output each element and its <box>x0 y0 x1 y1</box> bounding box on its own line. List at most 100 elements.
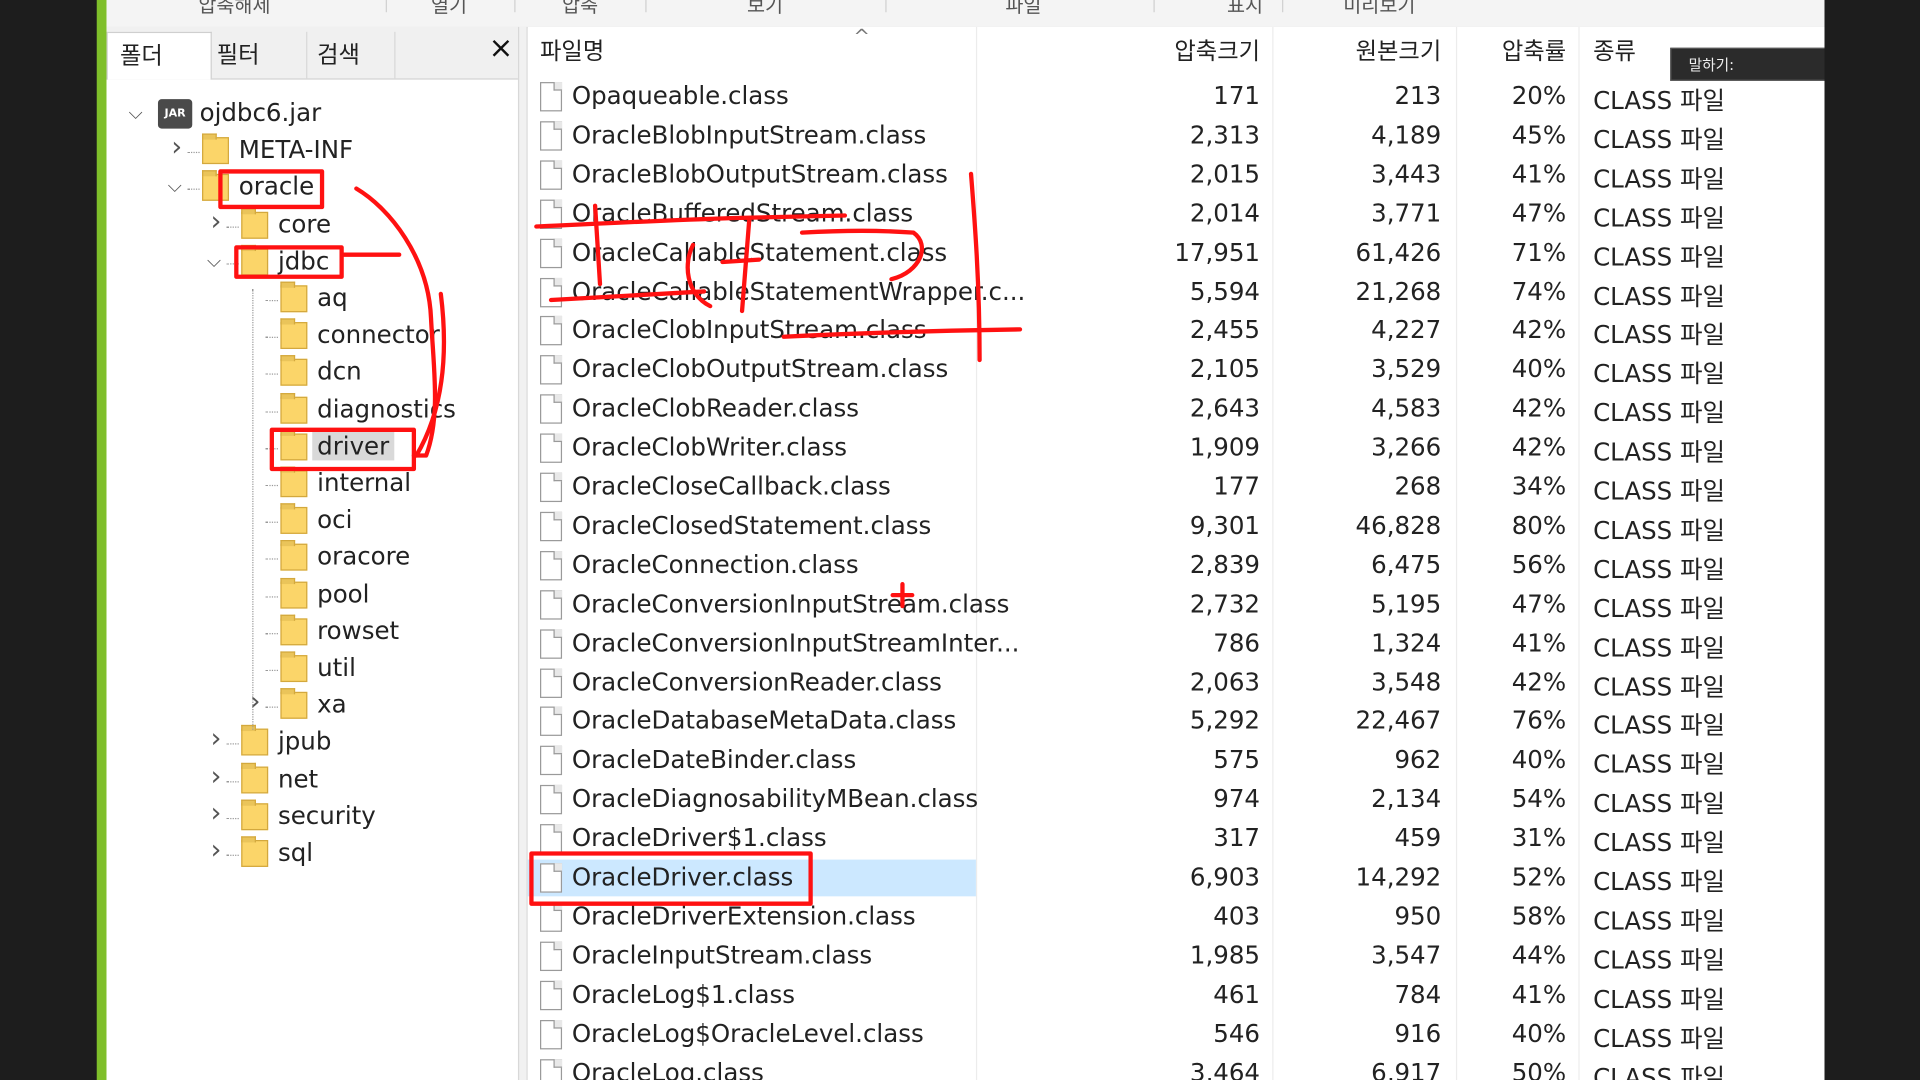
file-row[interactable]: OracleConversionInputStream.class 2,732 5,… <box>528 585 1825 624</box>
column-header-ratio[interactable]: 압축률 <box>1458 27 1566 76</box>
column-header-name[interactable]: 파일명 <box>540 27 604 76</box>
tree-item-oracore[interactable]: oracore <box>107 539 511 576</box>
toolbar-button-1[interactable]: 열기 <box>431 0 467 18</box>
file-row[interactable]: OracleDatabaseMetaData.class 5,292 22,467 7… <box>528 702 1825 741</box>
tree-item-driver[interactable]: driver <box>107 429 511 466</box>
file-row[interactable]: OracleClosedStatement.class 9,301 46,828 80… <box>528 507 1825 546</box>
chevron-right-icon[interactable]: › <box>211 798 222 829</box>
chevron-right-icon[interactable]: › <box>211 762 222 793</box>
cell-compressed: 1,909 <box>1189 432 1261 462</box>
file-row[interactable]: OracleDateBinder.class57596240%CLASS 파일2… <box>528 741 1825 780</box>
tree-item-connector[interactable]: connector <box>107 317 511 354</box>
file-row[interactable]: OracleLog.class3,4646,91750%CLASS 파일2010… <box>528 1054 1825 1080</box>
tree-item-ojdbc6-jar[interactable]: ⌵ JAR ojdbc6.jar <box>107 96 511 133</box>
file-row[interactable]: OracleConversionReader.class 2,063 3,548 42… <box>528 664 1825 703</box>
tree-item-dcn[interactable]: dcn <box>107 354 511 391</box>
tree-item-jdbc[interactable]: ⌵ jdbc <box>107 244 511 281</box>
tree-item-oracle[interactable]: ⌵ oracle <box>107 169 511 206</box>
tree-item-diagnostics[interactable]: diagnostics <box>107 392 511 429</box>
chevron-right-icon[interactable]: › <box>211 835 222 866</box>
file-row[interactable]: OracleDriver.class 6,903 14,292 52% CLASS 파일… <box>527 858 1825 897</box>
chevron-right-icon[interactable]: › <box>211 724 222 755</box>
toolbar-button-6[interactable]: 미리보기 <box>1343 0 1415 18</box>
chevron-right-icon[interactable]: › <box>171 132 182 163</box>
tab-search[interactable]: 검색 <box>307 31 396 79</box>
file-row[interactable]: OracleBlobInputStream.class 2,313 4,189 45%… <box>528 116 1825 155</box>
file-row[interactable]: OracleClobInputStream.class 2,455 4,227 42%… <box>528 311 1825 350</box>
cell-original: 1,324 <box>1371 628 1442 658</box>
cell-name: OracleDatabaseMetaData.class <box>571 705 957 735</box>
file-row[interactable]: OracleInputStream.class 1,985 3,547 44% CLAS… <box>528 937 1825 976</box>
cell-type: CLASS 파일 <box>1593 437 1726 467</box>
tree-item-aq[interactable]: aq <box>107 280 511 317</box>
tree-item-label: core <box>277 209 332 239</box>
column-header-compressed[interactable]: 압축크기 <box>993 27 1260 76</box>
file-row[interactable]: OracleClobWriter.class 1,909 3,266 42% CLASS… <box>528 429 1825 468</box>
tree-item-label: oci <box>317 504 353 534</box>
column-header-original[interactable]: 원본크기 <box>1275 27 1442 76</box>
file-row[interactable]: OracleDriverExtension.class 403 950 58% CLAS… <box>528 898 1825 937</box>
tab-filter[interactable]: 필터 <box>212 31 308 79</box>
cell-original: 61,426 <box>1355 237 1442 267</box>
file-row[interactable]: OracleLog$1.class46178441%CLASS 파일2010-0… <box>528 976 1825 1015</box>
toolbar-button-5[interactable]: 표시 <box>1227 0 1263 18</box>
tree-item-sql[interactable]: › sql <box>107 835 511 872</box>
close-pane-icon[interactable]: × <box>489 31 514 65</box>
cell-original: 4,583 <box>1371 393 1442 423</box>
cell-name: Opaqueable.class <box>571 80 789 111</box>
cell-original: 4,189 <box>1371 120 1442 150</box>
toolbar-button-4[interactable]: 파일 <box>1005 0 1041 18</box>
cell-ratio: 50% <box>1511 1057 1567 1080</box>
jar-file-icon: JAR <box>157 99 193 129</box>
cell-ratio: 47% <box>1511 588 1567 619</box>
chevron-right-icon[interactable]: › <box>211 207 222 238</box>
toolbar-button-2[interactable]: 압축 <box>562 0 598 18</box>
tree-item-rowset[interactable]: rowset <box>107 613 511 650</box>
tree-item-label: xa <box>317 689 347 719</box>
file-row[interactable]: OracleConnection.class 2,839 6,475 56% CLASS… <box>528 546 1825 585</box>
cell-original: 3,266 <box>1371 432 1442 462</box>
column-header-type[interactable]: 종류 <box>1593 27 1636 76</box>
tree-item-jpub[interactable]: › jpub <box>107 724 511 761</box>
tree-item-xa[interactable]: › xa <box>107 687 511 724</box>
cell-name: OracleClobWriter.class <box>571 432 848 462</box>
cell-name: OracleClobOutputStream.class <box>571 353 949 384</box>
cell-type: CLASS 파일 <box>1593 710 1726 740</box>
file-row[interactable]: OracleConversionInputStreamInter... 786 1,… <box>528 624 1825 663</box>
cell-name: OracleCloseCallback.class <box>571 471 891 501</box>
tree-item-core[interactable]: › core <box>107 207 511 244</box>
file-row[interactable]: OracleClobOutputStream.class 2,105 3,529 40… <box>528 350 1825 389</box>
tree-item-net[interactable]: › net <box>107 762 511 799</box>
tree-item-pool[interactable]: pool <box>107 577 511 614</box>
tree-item-internal[interactable]: internal <box>107 465 511 502</box>
file-row[interactable]: OracleClobReader.class 2,643 4,583 42% CLASS… <box>528 389 1825 428</box>
tree-item-security[interactable]: › security <box>107 798 511 835</box>
folder-icon <box>241 208 269 239</box>
pane-splitter[interactable] <box>517 26 528 1080</box>
file-icon <box>540 82 563 112</box>
tree-item-oci[interactable]: oci <box>107 502 511 539</box>
file-row[interactable]: Opaqueable.class17121320%CLASS 파일2010-08 <box>528 77 1825 116</box>
file-row[interactable]: OracleCloseCallback.class 177 268 34% CLASS … <box>528 468 1825 507</box>
file-row[interactable]: OracleCallableStatementWrapper.c... 5,594… <box>528 273 1825 312</box>
toolbar-button-3[interactable]: 보기 <box>747 0 783 18</box>
file-row[interactable]: OracleCallableStatement.class 17,951 61,42… <box>528 234 1825 273</box>
tree-item-label: pool <box>317 579 370 609</box>
file-row[interactable]: OracleBufferedStream.class 2,014 3,771 47% C… <box>528 195 1825 234</box>
cell-ratio: 40% <box>1511 744 1567 774</box>
toolbar-button-0[interactable]: 압축해제 <box>198 0 270 18</box>
cell-ratio: 74% <box>1511 276 1567 307</box>
file-row[interactable]: OracleLog$OracleLevel.class 546 916 40% CLAS… <box>528 1015 1825 1054</box>
chevron-down-icon[interactable]: ⌵ <box>207 250 221 272</box>
chevron-down-icon[interactable]: ⌵ <box>129 102 143 124</box>
file-icon <box>540 394 563 424</box>
tree-item-util[interactable]: util <box>107 650 511 687</box>
file-row[interactable]: OracleDiagnosabilityMBean.class 974 2,134 5… <box>528 780 1825 819</box>
cell-ratio: 40% <box>1511 1018 1567 1049</box>
tree-item-meta-inf[interactable]: › META-INF <box>107 132 511 169</box>
chevron-down-icon[interactable]: ⌵ <box>168 175 182 197</box>
file-row[interactable]: OracleBlobOutputStream.class 2,015 3,443 41… <box>528 156 1825 195</box>
cell-original: 21,268 <box>1355 276 1442 307</box>
tab-folder[interactable]: 폴더 <box>106 31 212 80</box>
file-row[interactable]: OracleDriver$1.class31745931%CLASS 파일201… <box>528 819 1825 858</box>
